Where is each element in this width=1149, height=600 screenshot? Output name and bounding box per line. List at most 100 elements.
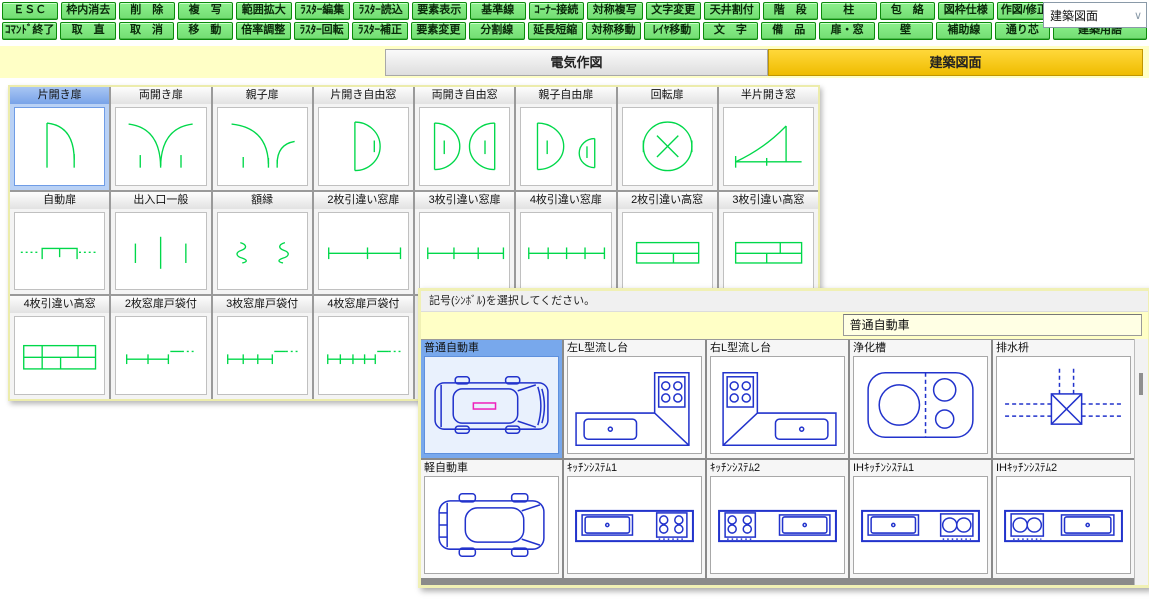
sliding-window-4-icon bbox=[521, 213, 610, 290]
toolbar-row-2: ｺﾏﾝﾄﾞ終了取 直取 消移 動倍率調整ﾗｽﾀｰ回転ﾗｽﾀｰ補正要素変更分割線延… bbox=[0, 20, 1149, 40]
toolbar-button[interactable]: ﾗｽﾀｰ編集 bbox=[295, 2, 351, 20]
door-tile[interactable]: 自動扉 bbox=[10, 192, 109, 295]
drawing-mode-value: 建築図面 bbox=[1050, 7, 1098, 24]
toolbar-button[interactable]: 基準線 bbox=[470, 2, 526, 20]
symbol-tile[interactable]: ｷｯﾁﾝｼｽﾃﾑ1 bbox=[564, 460, 705, 578]
symbol-tile[interactable]: IHｷｯﾁﾝｼｽﾃﾑ1 bbox=[850, 460, 991, 578]
toolbar-button[interactable]: 要素変更 bbox=[411, 22, 466, 40]
tile-drawing bbox=[14, 316, 105, 395]
tile-drawing bbox=[419, 212, 510, 291]
symbol-tile[interactable]: IHｷｯﾁﾝｼｽﾃﾑ2 bbox=[993, 460, 1134, 578]
toolbar-button[interactable]: 範囲拡大 bbox=[236, 2, 292, 20]
toolbar-button[interactable]: 文 字 bbox=[703, 22, 758, 40]
toolbar-button[interactable]: 対称移動 bbox=[586, 22, 641, 40]
door-tile[interactable]: 片開き自由窓 bbox=[314, 87, 413, 190]
toolbar-button[interactable]: 枠内消去 bbox=[61, 2, 117, 20]
toolbar-button[interactable]: ﾗｽﾀｰ読込 bbox=[353, 2, 409, 20]
door-tile[interactable]: 半片開き窓 bbox=[719, 87, 818, 190]
symbol-tile[interactable]: 浄化槽 bbox=[850, 340, 991, 458]
sliding-window-3-icon bbox=[420, 213, 509, 290]
toolbar-button[interactable]: ﾗｽﾀｰ回転 bbox=[294, 22, 349, 40]
toolbar-button[interactable]: 要素表示 bbox=[412, 2, 468, 20]
high-window-2-icon bbox=[623, 213, 712, 290]
symbol-tile[interactable]: 軽自動車 bbox=[421, 460, 562, 578]
tile-label: 片開き自由窓 bbox=[314, 87, 413, 104]
tile-drawing bbox=[318, 212, 409, 291]
toolbar-button[interactable]: ﾗｽﾀｰ補正 bbox=[352, 22, 407, 40]
symbol-tile[interactable]: 排水枡 bbox=[993, 340, 1134, 458]
toolbar-button[interactable]: 壁 bbox=[878, 22, 933, 40]
symbol-tile[interactable]: 普通自動車 bbox=[421, 340, 562, 458]
drawing-mode-select[interactable]: 建築図面 ∨ bbox=[1043, 2, 1147, 28]
door-tile[interactable]: 両開き自由窓 bbox=[415, 87, 514, 190]
toolbar-button[interactable]: 取 直 bbox=[60, 22, 115, 40]
toolbar-button[interactable]: 取 消 bbox=[119, 22, 174, 40]
toolbar-button[interactable]: 備 品 bbox=[761, 22, 816, 40]
symbol-picker-panel: 記号(ｼﾝﾎﾞﾙ)を選択してください。 普通自動車 普通自動車左L型流し台右L型… bbox=[418, 288, 1149, 588]
toolbar-button[interactable]: ｺﾏﾝﾄﾞ終了 bbox=[2, 22, 57, 40]
symbol-tile[interactable]: 左L型流し台 bbox=[564, 340, 705, 458]
window-half-swing-icon bbox=[724, 108, 813, 185]
tile-drawing bbox=[14, 212, 105, 291]
toolbar-button[interactable]: 複 写 bbox=[178, 2, 234, 20]
toolbar-button[interactable]: ﾚｲﾔ移動 bbox=[644, 22, 699, 40]
door-tile[interactable]: 親子扉 bbox=[213, 87, 312, 190]
door-tile[interactable]: 回転扉 bbox=[618, 87, 717, 190]
toolbar-button[interactable]: 文字変更 bbox=[646, 2, 702, 20]
tile-label: 4枚引違い高窓 bbox=[10, 296, 109, 313]
tile-label: 両開き扉 bbox=[111, 87, 210, 104]
tile-drawing bbox=[424, 476, 559, 574]
door-tile[interactable]: 3枚窓扉戸袋付 bbox=[213, 296, 312, 399]
tile-drawing bbox=[996, 476, 1131, 574]
toolbar-button[interactable]: 分割線 bbox=[469, 22, 524, 40]
door-tile[interactable]: 4枚引違い窓扉 bbox=[516, 192, 615, 295]
tile-label: 排水枡 bbox=[993, 340, 1134, 356]
car-standard-icon bbox=[425, 357, 558, 453]
toolbar-button[interactable]: 扉・窓 bbox=[819, 22, 874, 40]
high-window-3-icon bbox=[724, 213, 813, 290]
tile-drawing bbox=[115, 316, 206, 395]
tile-label: 4枚引違い窓扉 bbox=[516, 192, 615, 209]
symbol-grid-wrap: 普通自動車左L型流し台右L型流し台浄化槽排水枡軽自動車ｷｯﾁﾝｼｽﾃﾑ1ｷｯﾁﾝ… bbox=[421, 339, 1148, 585]
door-tile[interactable]: 3枚引違い窓扉 bbox=[415, 192, 514, 295]
door-tile[interactable]: 2枚引違い窓扉 bbox=[314, 192, 413, 295]
door-single-swing-icon bbox=[15, 108, 104, 185]
toolbar-button[interactable]: ｺｰﾅｰ接続 bbox=[529, 2, 585, 20]
toolbar-button[interactable]: 階 段 bbox=[763, 2, 819, 20]
scrollbar-thumb[interactable] bbox=[1139, 373, 1143, 395]
toolbar-button[interactable]: 倍率調整 bbox=[236, 22, 291, 40]
door-tile[interactable]: 3枚引違い高窓 bbox=[719, 192, 818, 295]
toolbar-button[interactable]: ＥＳＣ bbox=[2, 2, 58, 20]
sink-l-right-icon bbox=[711, 357, 844, 453]
toolbar-button[interactable]: 削 除 bbox=[119, 2, 175, 20]
door-tile[interactable]: 4枚窓扉戸袋付 bbox=[314, 296, 413, 399]
symbol-tile[interactable]: ｷｯﾁﾝｼｽﾃﾑ2 bbox=[707, 460, 848, 578]
toolbar-button[interactable]: 延長短縮 bbox=[528, 22, 583, 40]
door-tile[interactable]: 親子自由扉 bbox=[516, 87, 615, 190]
tab-architectural-drawing[interactable]: 建築図面 bbox=[768, 49, 1143, 76]
toolbar-button[interactable]: 柱 bbox=[821, 2, 877, 20]
door-tile[interactable]: 2枚引違い高窓 bbox=[618, 192, 717, 295]
tab-electrical-drawing[interactable]: 電気作図 bbox=[385, 49, 768, 76]
door-automatic-icon bbox=[15, 213, 104, 290]
tile-drawing bbox=[853, 476, 988, 574]
door-tile[interactable]: 額縁 bbox=[213, 192, 312, 295]
door-tile[interactable]: 出入口一般 bbox=[111, 192, 210, 295]
toolbar-button[interactable]: 通り芯 bbox=[995, 22, 1050, 40]
toolbar-button[interactable]: 包 絡 bbox=[880, 2, 936, 20]
door-tile[interactable]: 4枚引違い高窓 bbox=[10, 296, 109, 399]
door-tile[interactable]: 片開き扉 bbox=[10, 87, 109, 190]
toolbar-button[interactable]: 対称複写 bbox=[587, 2, 643, 20]
toolbar-button[interactable]: 移 動 bbox=[177, 22, 232, 40]
tile-drawing bbox=[853, 356, 988, 454]
sliding-window-2-icon bbox=[319, 213, 408, 290]
toolbar-button[interactable]: 天井割付 bbox=[704, 2, 760, 20]
selected-symbol-name-box[interactable]: 普通自動車 bbox=[843, 314, 1142, 336]
symbol-tile[interactable]: 右L型流し台 bbox=[707, 340, 848, 458]
toolbar-button[interactable]: 図枠仕様 bbox=[938, 2, 994, 20]
scrollbar[interactable] bbox=[1134, 339, 1148, 585]
toolbar-button[interactable]: 補助線 bbox=[936, 22, 991, 40]
door-tile[interactable]: 両開き扉 bbox=[111, 87, 210, 190]
door-tile[interactable]: 2枚窓扉戸袋付 bbox=[111, 296, 210, 399]
tile-label: 片開き扉 bbox=[10, 87, 109, 104]
